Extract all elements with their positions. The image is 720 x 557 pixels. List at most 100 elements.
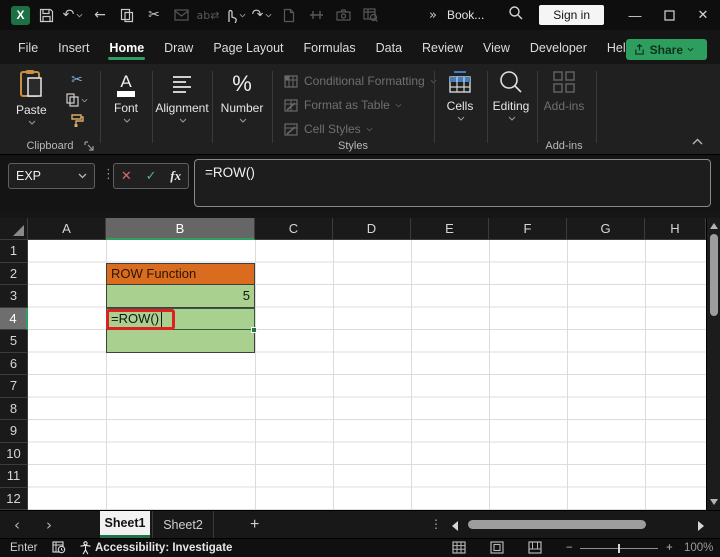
cell-b4-active[interactable]: =ROW() [106, 307, 255, 330]
page-layout-view-icon[interactable] [490, 541, 504, 557]
sheet-nav-right-icon[interactable]: › [46, 511, 52, 539]
sheet-nav-left-icon[interactable]: ‹ [14, 511, 20, 539]
zoom-level[interactable]: 100% [684, 542, 713, 554]
collapse-ribbon-icon[interactable] [692, 132, 703, 150]
clipboard-dialog-launcher-icon[interactable] [84, 138, 94, 156]
excel-logo-icon[interactable]: X [11, 5, 30, 25]
row-header-6[interactable]: 6 [0, 352, 28, 375]
row-header-5[interactable]: 5 [0, 330, 28, 353]
hscroll-left-icon[interactable] [452, 521, 458, 531]
name-box[interactable]: EXP [8, 163, 95, 189]
addins-button: Add-ins [540, 69, 588, 113]
cell-b3[interactable]: 5 [106, 285, 255, 308]
macro-record-icon[interactable] [52, 541, 66, 557]
cut-button[interactable]: ✂ [71, 70, 83, 90]
tab-insert[interactable]: Insert [48, 33, 99, 64]
addins-label: Add-ins [543, 99, 585, 113]
sheet-tab-bar: ‹ › Sheet1 Sheet2 + ⋮ [0, 510, 720, 538]
row-header-12[interactable]: 12 [0, 487, 28, 510]
row-header-11[interactable]: 11 [0, 465, 28, 488]
tab-home[interactable]: Home [99, 33, 154, 64]
normal-view-icon[interactable] [452, 541, 466, 557]
font-group-button[interactable]: A Font [104, 71, 148, 123]
tab-draw[interactable]: Draw [154, 33, 203, 64]
column-header-g[interactable]: G [567, 218, 645, 240]
column-header-b[interactable]: B [106, 218, 255, 240]
tab-review[interactable]: Review [412, 33, 473, 64]
column-header-c[interactable]: C [255, 218, 333, 240]
toolbar-overflow-icon[interactable]: » [429, 8, 437, 23]
sign-in-button[interactable]: Sign in [539, 5, 604, 25]
row-header-3[interactable]: 3 [0, 285, 28, 308]
close-button[interactable]: ✕ [686, 0, 720, 30]
copy-icon[interactable] [116, 4, 138, 26]
editing-group-button[interactable]: Editing [486, 69, 536, 121]
vertical-scroll-thumb[interactable] [710, 234, 718, 316]
page-break-view-icon[interactable] [528, 541, 542, 557]
tab-developer[interactable]: Developer [520, 33, 597, 64]
tab-view[interactable]: View [473, 33, 520, 64]
search-icon[interactable] [508, 5, 523, 25]
zoom-slider-thumb[interactable] [618, 544, 620, 553]
hscroll-right-icon[interactable] [698, 521, 704, 531]
scroll-up-icon[interactable] [710, 223, 718, 229]
cut-icon[interactable]: ✂ [143, 4, 165, 26]
column-header-a[interactable]: A [28, 218, 106, 240]
row-header-4[interactable]: 4 [0, 307, 28, 330]
tab-data[interactable]: Data [366, 33, 412, 64]
sheet-tab-sheet2[interactable]: Sheet2 [152, 511, 214, 538]
touch-mode-icon[interactable] [224, 4, 246, 26]
column-header-e[interactable]: E [411, 218, 489, 240]
alignment-icon [171, 71, 193, 97]
zoom-in-icon[interactable]: + [666, 542, 673, 554]
cells-label: Cells [446, 99, 474, 113]
column-header-h[interactable]: H [645, 218, 706, 240]
formula-input[interactable]: =ROW() [194, 159, 711, 207]
format-painter-button[interactable] [70, 110, 84, 130]
sheet-tab-sheet1[interactable]: Sheet1 [100, 511, 150, 538]
enter-entry-button[interactable]: ✓ [146, 169, 157, 184]
row-header-8[interactable]: 8 [0, 397, 28, 420]
share-button[interactable]: Share [625, 39, 707, 60]
alignment-group-button[interactable]: Alignment [154, 71, 210, 123]
query-table-icon [359, 4, 381, 26]
zoom-out-icon[interactable]: − [566, 542, 573, 554]
insert-function-button[interactable]: fx [170, 168, 181, 184]
vertical-scrollbar[interactable] [706, 218, 720, 510]
row-header-10[interactable]: 10 [0, 442, 28, 465]
cell-b2[interactable]: ROW Function [106, 262, 255, 285]
accessibility-icon[interactable] [79, 541, 92, 557]
cells-group-button[interactable]: Cells [438, 69, 482, 121]
cell-b5[interactable] [106, 330, 255, 353]
tab-formulas[interactable]: Formulas [294, 33, 366, 64]
maximize-button[interactable] [652, 0, 686, 30]
select-all-corner[interactable] [0, 218, 28, 240]
number-group-button[interactable]: % Number [216, 71, 268, 123]
font-icon: A [113, 71, 139, 97]
tab-page-layout[interactable]: Page Layout [203, 33, 293, 64]
horizontal-scroll-thumb[interactable] [468, 520, 646, 529]
copy-button[interactable] [66, 90, 88, 110]
back-arrow-icon[interactable]: ← [89, 4, 111, 26]
accessibility-status[interactable]: Accessibility: Investigate [95, 542, 232, 554]
scroll-down-icon[interactable] [710, 499, 718, 505]
row-header-1[interactable]: 1 [0, 240, 28, 263]
sheet-options-icon[interactable]: ⋮ [430, 517, 442, 531]
number-label: Number [220, 101, 264, 115]
redo-icon[interactable]: ↷ [251, 4, 273, 26]
cells-area[interactable]: ROW Function 5 =ROW() [28, 240, 706, 510]
row-header-7[interactable]: 7 [0, 375, 28, 398]
add-sheet-button[interactable]: + [250, 511, 259, 539]
fill-handle[interactable] [251, 327, 257, 333]
column-header-f[interactable]: F [489, 218, 567, 240]
paste-button[interactable]: Paste [16, 69, 47, 125]
formula-buttons: ✕ ✓ fx [113, 163, 189, 189]
undo-icon[interactable]: ↶ [62, 4, 84, 26]
minimize-button[interactable]: — [618, 0, 652, 30]
save-icon[interactable] [35, 4, 57, 26]
cancel-entry-button[interactable]: ✕ [121, 169, 132, 184]
tab-file[interactable]: File [8, 33, 48, 64]
row-header-2[interactable]: 2 [0, 262, 28, 285]
column-header-d[interactable]: D [333, 218, 411, 240]
row-header-9[interactable]: 9 [0, 420, 28, 443]
